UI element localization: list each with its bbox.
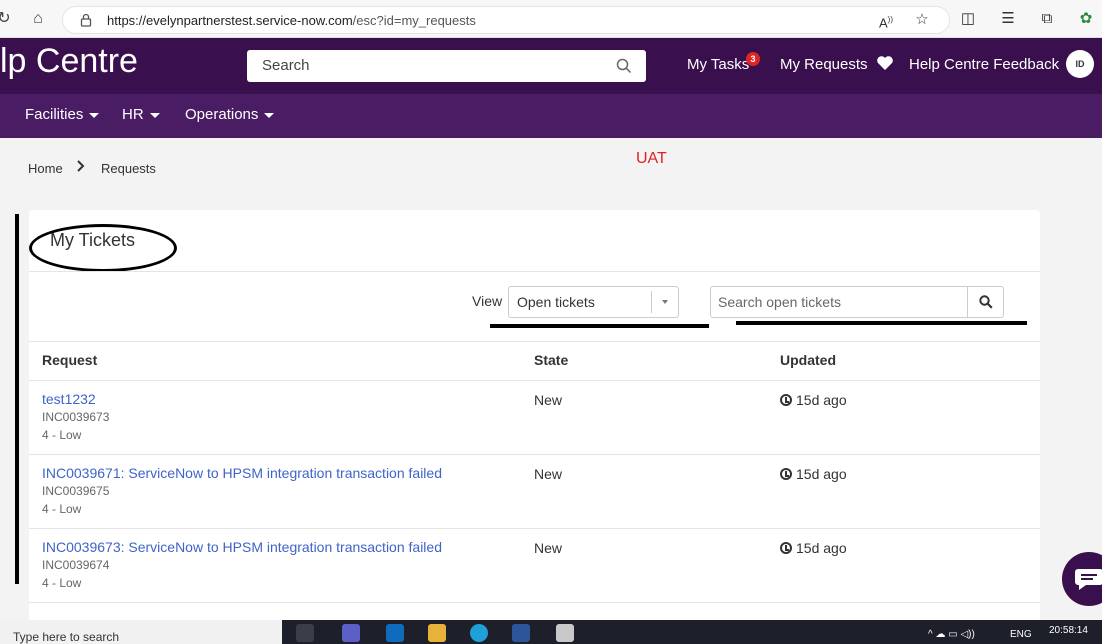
nav-hr[interactable]: HR xyxy=(122,106,160,123)
clock-icon xyxy=(780,468,792,480)
divider xyxy=(29,271,1040,272)
collections-icon[interactable]: ⧉ xyxy=(1036,9,1058,29)
chevron-down-icon xyxy=(89,112,100,118)
chat-button[interactable] xyxy=(1062,552,1102,606)
edge-icon[interactable] xyxy=(470,624,488,642)
divider xyxy=(29,341,1040,342)
language-indicator[interactable]: ENG xyxy=(1010,629,1032,640)
request-number: INC0039673 xyxy=(42,410,110,424)
search-placeholder: Search xyxy=(262,57,310,74)
task-view-icon[interactable] xyxy=(296,624,314,642)
ticket-search-button[interactable] xyxy=(967,287,1003,317)
os-taskbar: Type here to search ^ ☁ ▭ ◁)) ENG 20:58:… xyxy=(0,620,1102,644)
word-icon[interactable] xyxy=(512,624,530,642)
address-bar[interactable]: https://evelynpartnerstest.service-now.c… xyxy=(62,6,950,34)
teams-icon[interactable] xyxy=(342,624,360,642)
table-row: test1232 INC0039673 4 - Low New 15d ago xyxy=(29,380,1040,454)
browser-toolbar: ↻ ⌂ https://evelynpartnerstest.service-n… xyxy=(0,0,1102,38)
ticket-search xyxy=(710,286,1004,318)
favorites-list-icon[interactable]: ☰ xyxy=(997,9,1019,29)
heart-icon[interactable] xyxy=(876,55,894,71)
request-priority: 4 - Low xyxy=(42,502,82,516)
request-updated: 15d ago xyxy=(780,540,847,556)
column-header-updated[interactable]: Updated xyxy=(780,352,836,368)
table-row: INC0039673: ServiceNow to HPSM integrati… xyxy=(29,528,1040,602)
card-title: My Tickets xyxy=(50,230,136,250)
select-divider xyxy=(651,291,652,313)
favorite-star-icon[interactable]: ☆ xyxy=(911,10,933,30)
refresh-icon[interactable]: ↻ xyxy=(0,9,14,29)
request-number: INC0039674 xyxy=(42,558,110,572)
header-search-input[interactable]: Search xyxy=(247,50,646,82)
environment-label: UAT xyxy=(636,150,667,167)
annotation-underline xyxy=(736,321,1027,325)
breadcrumb-current: Requests xyxy=(101,161,156,176)
request-link[interactable]: INC0039673: ServiceNow to HPSM integrati… xyxy=(42,539,442,555)
url-text: https://evelynpartnerstest.service-now.c… xyxy=(107,13,476,28)
request-updated: 15d ago xyxy=(780,392,847,408)
chevron-down-icon xyxy=(264,112,275,118)
breadcrumb-home[interactable]: Home xyxy=(28,161,63,176)
portal-brand[interactable]: lp Centre xyxy=(0,42,138,81)
split-screen-icon[interactable]: ◫ xyxy=(957,9,979,29)
portal-header: lp Centre Search My Tasks My Requests He… xyxy=(0,38,1102,94)
my-tickets-card: My Tickets View Open tickets Request Sta… xyxy=(29,210,1040,644)
nav-my-requests[interactable]: My Requests xyxy=(780,56,868,73)
request-state: New xyxy=(534,466,563,482)
extensions-icon[interactable]: ✿ xyxy=(1075,9,1097,29)
nav-help-centre-feedback[interactable]: Help Centre Feedback xyxy=(909,56,1059,73)
file-explorer-icon[interactable] xyxy=(428,624,446,642)
home-icon[interactable]: ⌂ xyxy=(28,9,48,29)
request-priority: 4 - Low xyxy=(42,428,82,442)
view-selected-value: Open tickets xyxy=(517,294,595,310)
app-icon[interactable] xyxy=(556,624,574,642)
taskbar-search-placeholder: Type here to search xyxy=(13,630,120,644)
view-label: View xyxy=(472,293,503,309)
outlook-icon[interactable] xyxy=(386,624,404,642)
nav-my-tasks[interactable]: My Tasks xyxy=(687,56,749,73)
chevron-down-icon xyxy=(149,112,160,118)
request-updated: 15d ago xyxy=(780,466,847,482)
chevron-right-icon xyxy=(77,160,85,172)
nav-facilities[interactable]: Facilities xyxy=(25,106,100,123)
annotation-underline xyxy=(490,324,709,328)
tasks-count-badge: 3 xyxy=(746,52,760,66)
dropdown-arrow-icon xyxy=(662,300,668,304)
request-link[interactable]: INC0039671: ServiceNow to HPSM integrati… xyxy=(42,465,442,481)
read-aloud-icon[interactable]: A)) xyxy=(875,10,897,30)
request-link[interactable]: test1232 xyxy=(42,391,96,407)
request-number: INC0039675 xyxy=(42,484,110,498)
request-state: New xyxy=(534,392,563,408)
request-state: New xyxy=(534,540,563,556)
annotation-bar xyxy=(15,214,19,584)
ticket-search-input[interactable] xyxy=(711,287,969,317)
tray-icons[interactable]: ^ ☁ ▭ ◁)) xyxy=(928,629,975,640)
clock-time[interactable]: 20:58:14 xyxy=(1049,625,1088,636)
table-row: INC0039671: ServiceNow to HPSM integrati… xyxy=(29,454,1040,528)
clock-icon xyxy=(780,542,792,554)
clock-icon xyxy=(780,394,792,406)
search-icon xyxy=(979,295,993,309)
nav-operations[interactable]: Operations xyxy=(185,106,275,123)
taskbar-search[interactable]: Type here to search xyxy=(0,620,282,644)
column-header-request[interactable]: Request xyxy=(42,352,97,368)
request-priority: 4 - Low xyxy=(42,576,82,590)
lock-icon xyxy=(80,13,92,27)
chat-bubble-icon xyxy=(1075,569,1102,590)
category-nav: Facilities HR Operations xyxy=(0,94,1102,138)
search-icon[interactable] xyxy=(616,58,632,74)
column-header-state[interactable]: State xyxy=(534,352,568,368)
view-select[interactable]: Open tickets xyxy=(508,286,679,318)
avatar[interactable]: ID xyxy=(1066,50,1094,78)
